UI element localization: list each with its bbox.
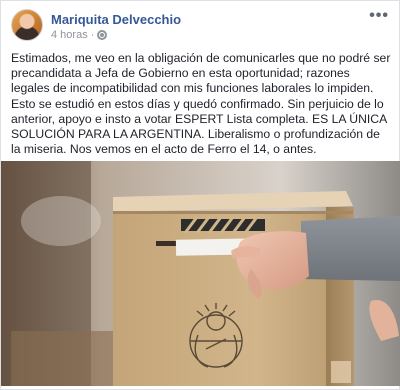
author-name[interactable]: Mariquita Delvecchio: [51, 12, 181, 27]
globe-icon[interactable]: [97, 30, 108, 40]
meta-separator: ·: [90, 29, 95, 41]
more-options-icon[interactable]: •••: [369, 8, 389, 24]
post-timestamp[interactable]: 4 horas: [51, 29, 88, 41]
post-photo[interactable]: [1, 161, 400, 386]
post-text: Estimados, me veo en la obligación de co…: [11, 51, 391, 157]
facebook-post: Mariquita Delvecchio 4 horas · ••• Estim…: [0, 0, 400, 390]
post-header: Mariquita Delvecchio 4 horas · •••: [11, 8, 389, 43]
post-meta: 4 horas ·: [51, 29, 108, 41]
author-avatar[interactable]: [11, 9, 43, 41]
ballot-box-image: [1, 161, 400, 386]
